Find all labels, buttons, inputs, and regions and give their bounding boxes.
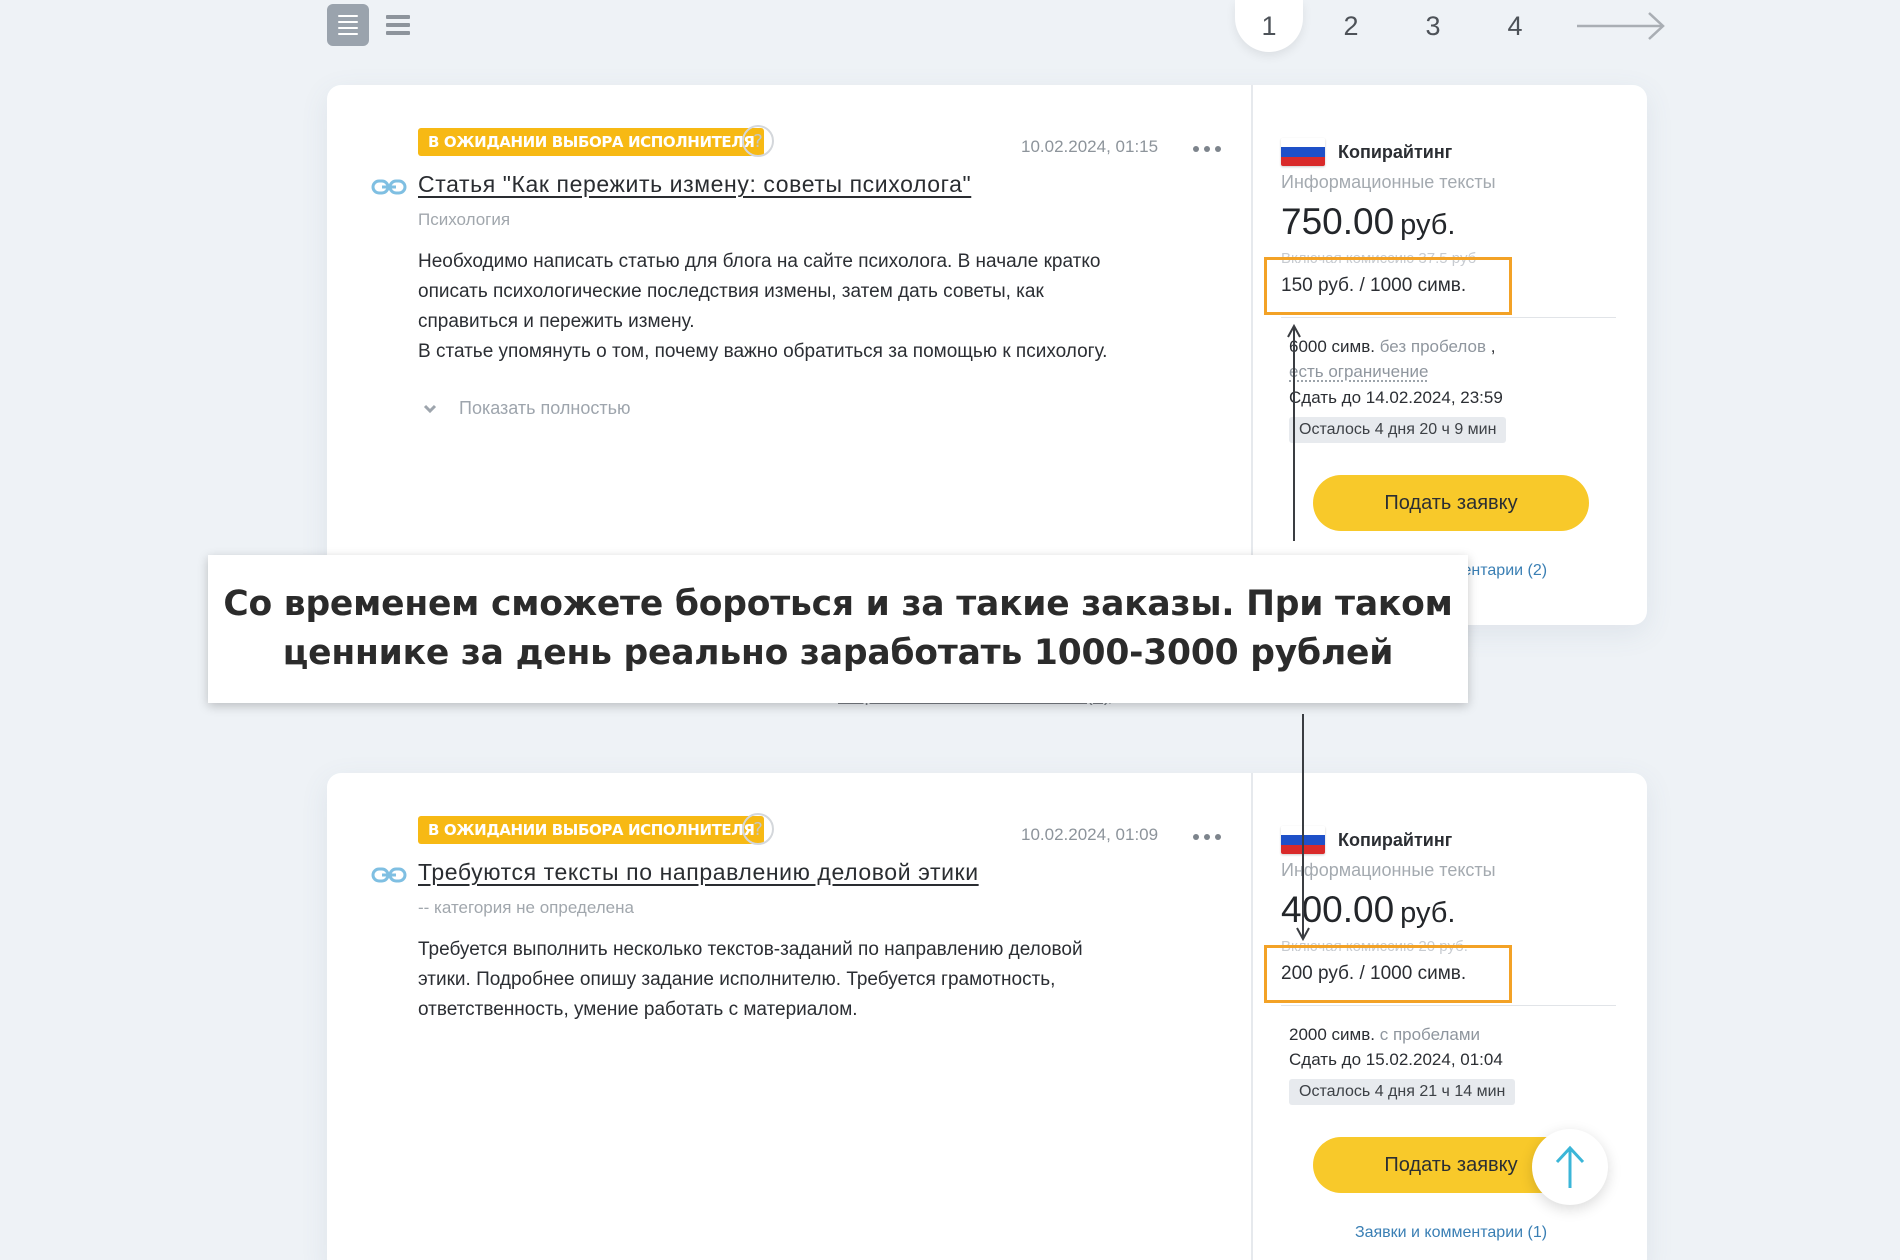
description-paragraph: Необходимо написать статью для блога на … [418, 247, 1208, 337]
order-category: Психология [418, 210, 510, 230]
order-description: Требуется выполнить несколько текстов-за… [418, 935, 1208, 1025]
russia-flag-icon [1281, 138, 1325, 166]
pagination: 1 2 3 4 [1235, 0, 1667, 52]
more-options-icon[interactable] [1193, 146, 1221, 152]
arrow-right-icon[interactable] [1575, 8, 1667, 44]
list-view-icon[interactable] [327, 4, 369, 46]
help-icon[interactable]: ? [742, 813, 774, 845]
order-price: 750.00 руб. [1281, 201, 1455, 243]
price-per-1000-highlight: 200 руб. / 1000 симв. [1264, 945, 1512, 1003]
page-2[interactable]: 2 [1317, 0, 1385, 52]
show-more-link[interactable]: Показать полностью [423, 398, 630, 419]
divider-line [1281, 317, 1616, 318]
price-currency: руб. [1400, 897, 1455, 929]
volume-suffix: , [1491, 337, 1496, 356]
comments-link[interactable]: Заявки и комментарии (1) [1281, 1224, 1621, 1242]
price-value: 750.00 [1281, 201, 1394, 242]
order-card: В ОЖИДАНИИ ВЫБОРА ИСПОЛНИТЕЛЯ ? 10.02.20… [327, 85, 1647, 625]
compact-view-icon[interactable] [377, 4, 419, 46]
annotation-arrow-up [1287, 323, 1301, 543]
service-subtype: Информационные тексты [1281, 172, 1496, 193]
card-divider [1251, 773, 1253, 1260]
volume-value: 6000 симв. [1289, 337, 1375, 356]
annotation-arrow-down [1296, 712, 1310, 942]
spaces-note: без пробелов [1380, 337, 1486, 356]
link-icon [371, 865, 407, 885]
help-icon[interactable]: ? [742, 125, 774, 157]
callout-text: Со временем сможете бороться и за такие … [208, 580, 1468, 678]
price-per-1000-highlight: 150 руб. / 1000 симв. [1264, 257, 1512, 315]
chevron-down-icon [423, 404, 437, 414]
volume-info: 6000 симв. без пробелов , [1289, 337, 1495, 357]
service-name: Копирайтинг [1338, 830, 1452, 851]
time-remaining-badge: Осталось 4 дня 20 ч 9 мин [1289, 417, 1506, 443]
service-subtype: Информационные тексты [1281, 860, 1496, 881]
volume-value: 2000 симв. [1289, 1025, 1375, 1044]
scroll-to-top-button[interactable] [1532, 1129, 1608, 1205]
spaces-note: с пробелами [1380, 1025, 1480, 1044]
limit-link[interactable]: есть ограничение [1289, 362, 1428, 382]
annotation-callout: Со временем сможете бороться и за такие … [208, 555, 1468, 703]
order-card: В ОЖИДАНИИ ВЫБОРА ИСПОЛНИТЕЛЯ ? 10.02.20… [327, 773, 1647, 1260]
order-title[interactable]: Требуются тексты по направлению деловой … [418, 859, 979, 886]
status-badge: В ОЖИДАНИИ ВЫБОРА ИСПОЛНИТЕЛЯ [418, 816, 764, 844]
page-3[interactable]: 3 [1399, 0, 1467, 52]
description-paragraph: В статье упомянуть о том, почему важно о… [418, 337, 1208, 367]
arrow-up-icon [1553, 1144, 1587, 1190]
volume-info: 2000 симв. с пробелами [1289, 1025, 1480, 1045]
deadline: Сдать до 15.02.2024, 01:04 [1289, 1050, 1503, 1070]
card-divider [1251, 85, 1253, 625]
show-more-label: Показать полностью [459, 398, 630, 419]
order-date: 10.02.2024, 01:15 [1021, 137, 1158, 157]
order-date: 10.02.2024, 01:09 [1021, 825, 1158, 845]
order-title[interactable]: Статья "Как пережить измену: советы псих… [418, 171, 971, 198]
time-remaining-badge: Осталось 4 дня 21 ч 14 мин [1289, 1079, 1515, 1105]
order-category: -- категория не определена [418, 898, 634, 918]
description-paragraph: Требуется выполнить несколько текстов-за… [418, 935, 1208, 1025]
apply-button[interactable]: Подать заявку [1313, 475, 1589, 531]
deadline: Сдать до 14.02.2024, 23:59 [1289, 388, 1503, 408]
page-4[interactable]: 4 [1481, 0, 1549, 52]
divider-line [1281, 1005, 1616, 1006]
page-1[interactable]: 1 [1235, 0, 1303, 52]
price-currency: руб. [1400, 209, 1455, 241]
status-badge: В ОЖИДАНИИ ВЫБОРА ИСПОЛНИТЕЛЯ [418, 128, 764, 156]
more-options-icon[interactable] [1193, 834, 1221, 840]
service-name: Копирайтинг [1338, 142, 1452, 163]
order-description: Необходимо написать статью для блога на … [418, 247, 1208, 367]
link-icon [371, 177, 407, 197]
